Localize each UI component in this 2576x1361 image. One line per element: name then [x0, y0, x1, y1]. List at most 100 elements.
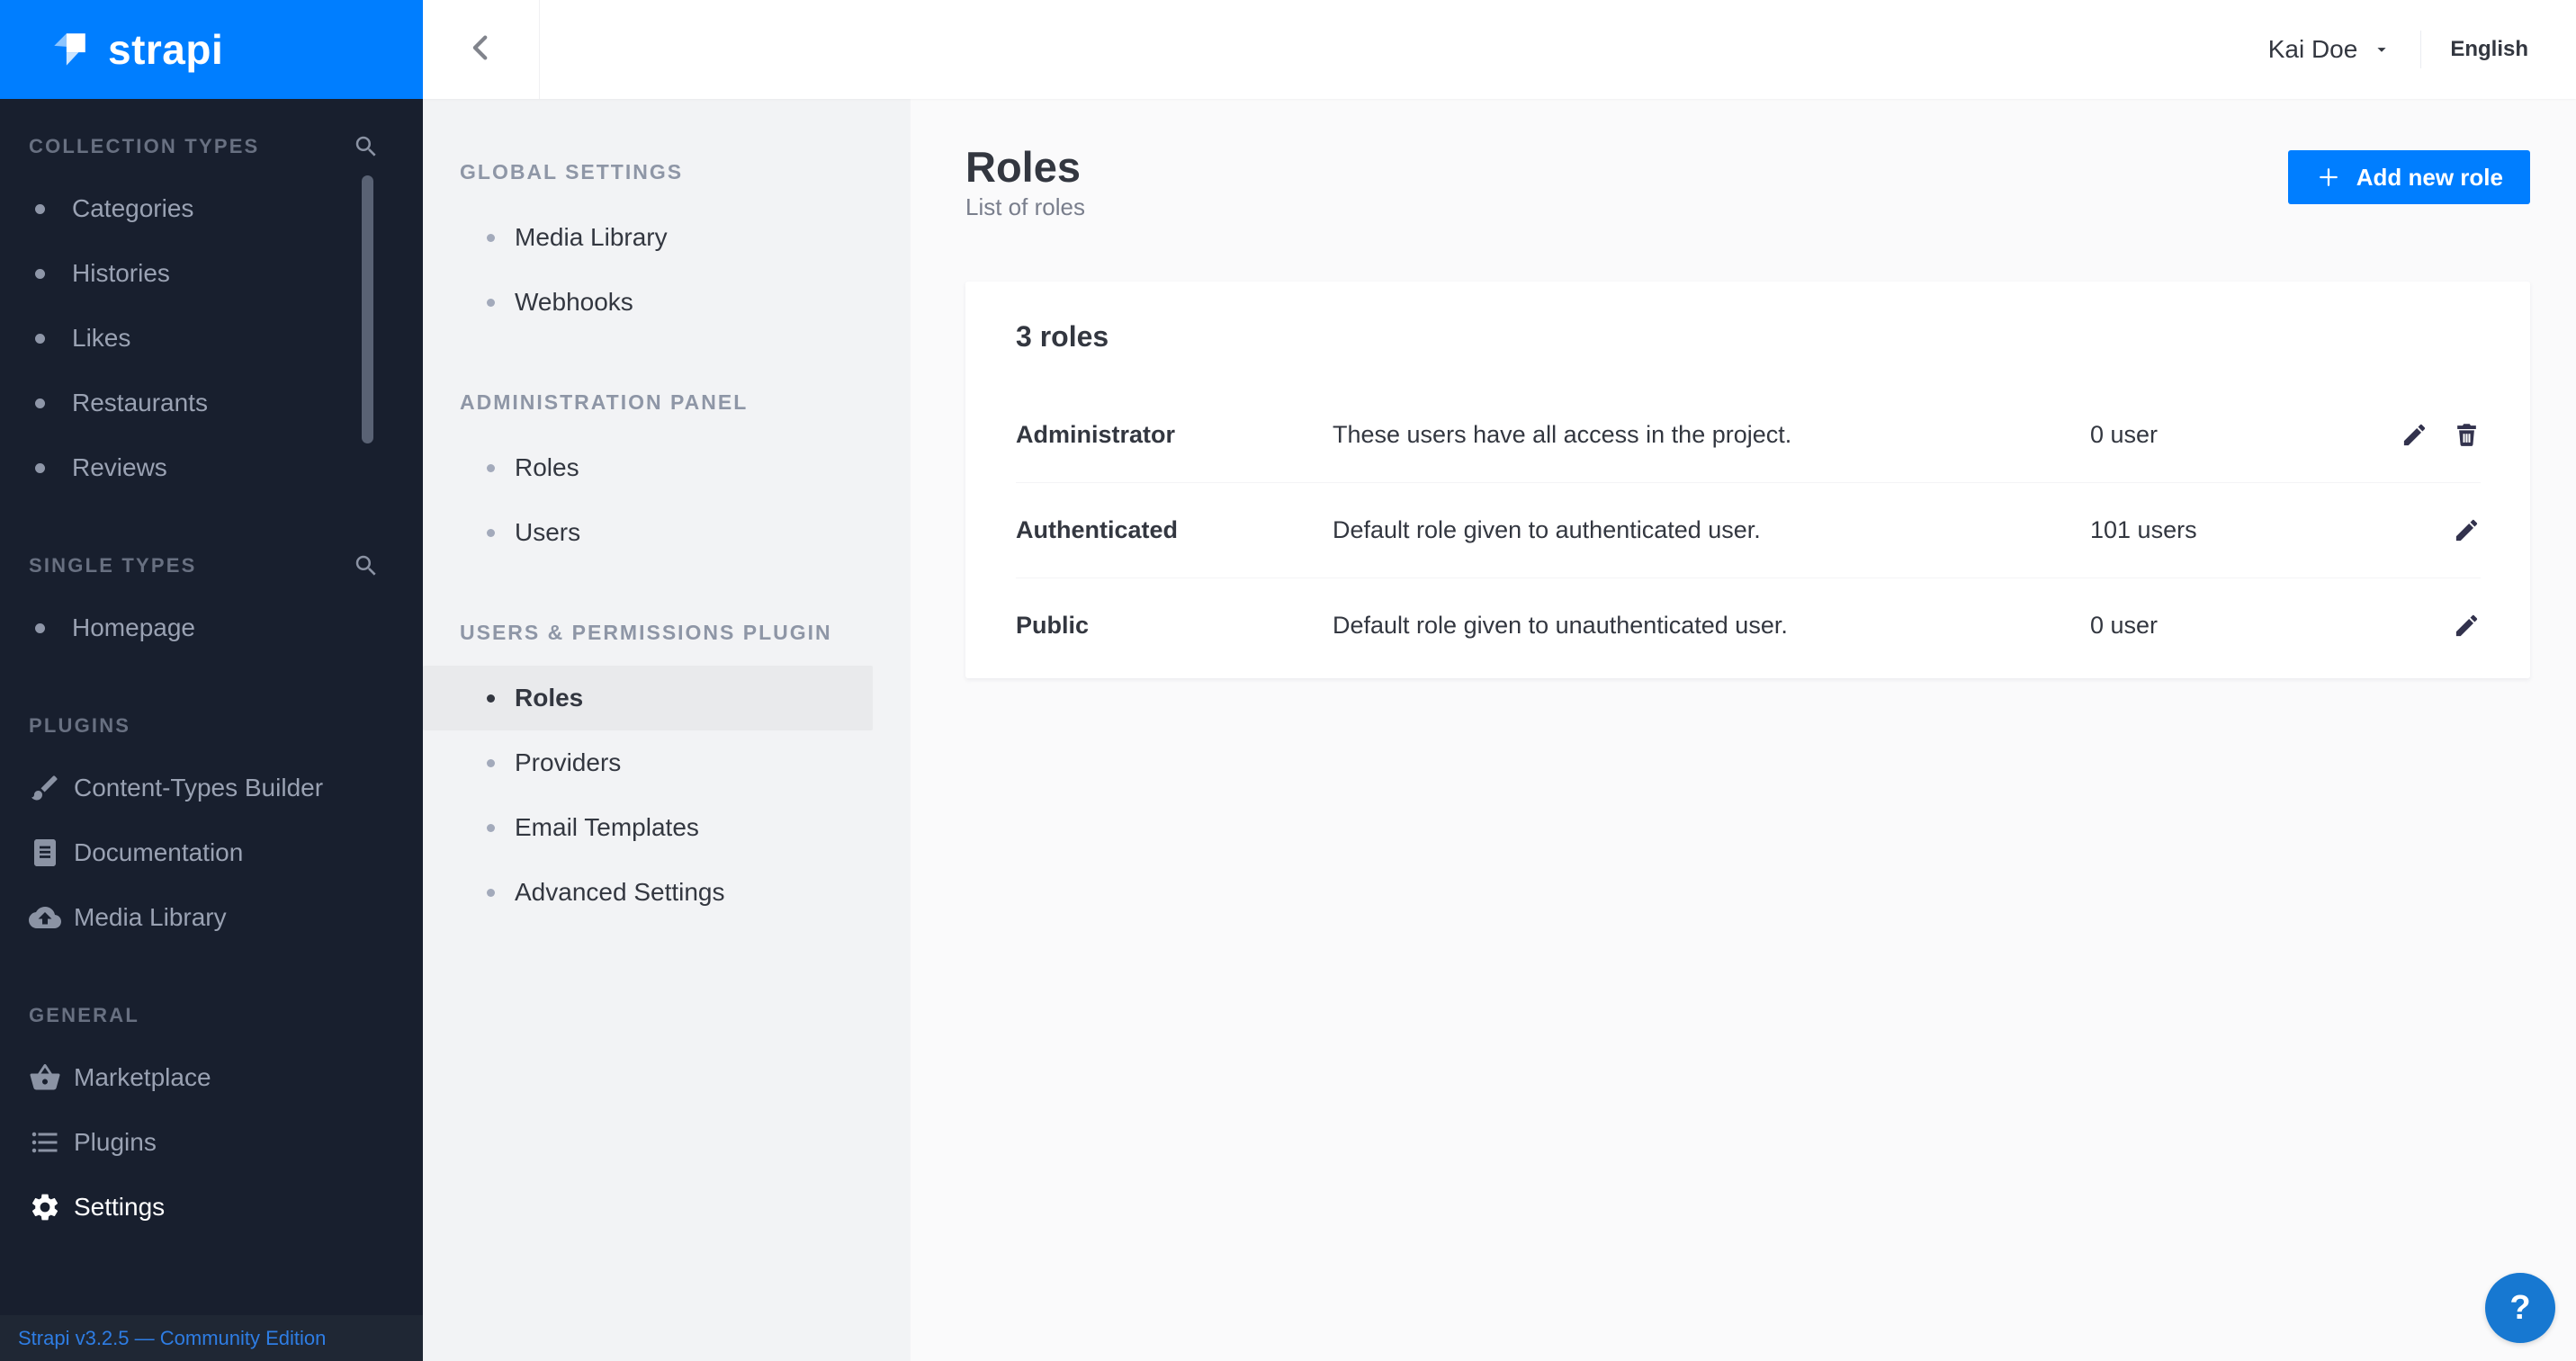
edit-role-button[interactable]	[2401, 421, 2428, 449]
sidebar-item-label: Content-Types Builder	[74, 774, 323, 802]
settings-item-administration-panel-roles[interactable]: Roles	[423, 435, 873, 500]
settings-item-label: Users	[515, 518, 580, 547]
sidebar-item-homepage[interactable]: Homepage	[0, 595, 423, 660]
sidebar-item-marketplace[interactable]: Marketplace	[0, 1045, 423, 1110]
search-icon[interactable]	[353, 133, 380, 160]
add-new-role-label: Add new role	[2356, 164, 2503, 192]
settings-item-label: Providers	[515, 748, 621, 777]
role-actions	[2453, 516, 2481, 544]
edit-role-button[interactable]	[2453, 516, 2481, 544]
language-button[interactable]: English	[2450, 37, 2528, 62]
role-user-count: 0 user	[2090, 421, 2401, 449]
topbar-right: Kai Doe English	[2268, 31, 2576, 68]
sidebar-item-media-library[interactable]: Media Library	[0, 885, 423, 950]
edit-role-button[interactable]	[2453, 612, 2481, 640]
user-menu[interactable]: Kai Doe	[2268, 35, 2392, 64]
settings-item-global-settings-webhooks[interactable]: Webhooks	[423, 270, 873, 335]
sidebar-item-label: Reviews	[72, 453, 167, 482]
sidebar-section-header: SINGLE TYPES	[0, 552, 423, 579]
bullet-icon	[487, 759, 495, 767]
sidebar-item-likes[interactable]: Likes	[0, 306, 423, 371]
role-description: These users have all access in the proje…	[1333, 421, 2090, 449]
sidebar-footer: Strapi v3.2.5 — Community Edition	[0, 1315, 423, 1361]
sidebar-section-single-types: SINGLE TYPES Homepage	[0, 552, 423, 660]
settings-item-label: Roles	[515, 453, 579, 482]
roles-table: AdministratorThese users have all access…	[1016, 387, 2481, 673]
bullet-icon	[487, 694, 495, 703]
bullet-icon	[35, 398, 45, 408]
role-row-administrator[interactable]: AdministratorThese users have all access…	[1016, 387, 2481, 482]
main-sidebar: strapi COLLECTION TYPES Categories Histori…	[0, 0, 423, 1361]
settings-item-users-permissions-plugin-providers[interactable]: Providers	[423, 730, 873, 795]
caret-down-icon	[2372, 40, 2392, 59]
sidebar-item-label: Likes	[72, 324, 130, 353]
bullet-icon	[487, 889, 495, 897]
role-user-count: 101 users	[2090, 516, 2453, 544]
sidebar-item-settings[interactable]: Settings	[0, 1175, 423, 1240]
sidebar-item-label: Settings	[74, 1193, 165, 1222]
strapi-admin-app: strapi COLLECTION TYPES Categories Histori…	[0, 0, 2576, 1361]
settings-item-global-settings-media-library[interactable]: Media Library	[423, 205, 873, 270]
settings-item-label: Roles	[515, 684, 583, 712]
sidebar-section-header: PLUGINS	[0, 712, 423, 739]
sidebar-item-label: Marketplace	[74, 1063, 211, 1092]
roles-count: 3 roles	[1016, 319, 2481, 354]
bullet-icon	[35, 204, 45, 214]
role-user-count: 0 user	[2090, 612, 2453, 640]
settings-item-administration-panel-users[interactable]: Users	[423, 500, 873, 565]
role-name: Authenticated	[1016, 516, 1333, 544]
page-title: Roles	[965, 142, 1085, 193]
role-name: Public	[1016, 612, 1333, 640]
pencil-icon	[2401, 421, 2428, 449]
collection-types-scrollbar[interactable]	[362, 175, 373, 443]
settings-item-users-permissions-plugin-email-templates[interactable]: Email Templates	[423, 795, 873, 860]
sidebar-item-categories[interactable]: Categories	[0, 176, 423, 241]
sidebar-item-histories[interactable]: Histories	[0, 241, 423, 306]
delete-role-button[interactable]	[2453, 421, 2481, 449]
settings-sidebar: GLOBAL SETTINGSMedia LibraryWebhooksADMI…	[423, 99, 911, 1361]
settings-item-label: Email Templates	[515, 813, 699, 842]
role-row-public[interactable]: PublicDefault role given to unauthentica…	[1016, 578, 2481, 673]
sidebar-item-restaurants[interactable]: Restaurants	[0, 371, 423, 435]
user-name: Kai Doe	[2268, 35, 2358, 64]
gear-icon	[29, 1191, 61, 1223]
list-icon	[29, 1126, 61, 1159]
logo-wordmark: strapi	[108, 25, 223, 74]
sidebar-item-reviews[interactable]: Reviews	[0, 435, 423, 500]
basket-icon	[29, 1061, 61, 1094]
role-description: Default role given to unauthenticated us…	[1333, 612, 2090, 640]
sidebar-section-header: COLLECTION TYPES	[0, 133, 423, 160]
sidebar-item-label: Documentation	[74, 838, 243, 867]
roles-card: 3 roles AdministratorThese users have al…	[965, 282, 2530, 678]
sidebar-section-label: SINGLE TYPES	[29, 554, 197, 578]
strapi-version-link[interactable]: Strapi v3.2.5 — Community Edition	[18, 1327, 326, 1350]
sidebar-section-label: COLLECTION TYPES	[29, 135, 259, 158]
pencil-icon	[2453, 612, 2481, 640]
sidebar-item-documentation[interactable]: Documentation	[0, 820, 423, 885]
sidebar-item-label: Homepage	[72, 613, 195, 642]
bullet-icon	[35, 463, 45, 473]
trash-icon	[2453, 421, 2481, 449]
settings-item-users-permissions-plugin-advanced-settings[interactable]: Advanced Settings	[423, 860, 873, 925]
sidebar-section-label: PLUGINS	[29, 714, 130, 738]
role-row-authenticated[interactable]: AuthenticatedDefault role given to authe…	[1016, 482, 2481, 578]
settings-item-users-permissions-plugin-roles[interactable]: Roles	[423, 666, 873, 730]
sidebar-item-plugins[interactable]: Plugins	[0, 1110, 423, 1175]
sidebar-section-label: GENERAL	[29, 1004, 139, 1027]
help-button[interactable]: ?	[2485, 1273, 2555, 1343]
settings-item-label: Media Library	[515, 223, 668, 252]
plus-icon	[2315, 164, 2342, 191]
sidebar-item-label: Histories	[72, 259, 170, 288]
strapi-logo[interactable]: strapi	[0, 0, 423, 99]
search-icon[interactable]	[353, 552, 380, 579]
page-header: Roles List of roles Add new role	[965, 142, 2530, 221]
role-name: Administrator	[1016, 421, 1333, 449]
sidebar-item-content-types-builder[interactable]: Content-Types Builder	[0, 756, 423, 820]
collapse-sidebar-button[interactable]	[423, 0, 540, 99]
settings-section-label: ADMINISTRATION PANEL	[423, 389, 911, 416]
add-new-role-button[interactable]: Add new role	[2288, 150, 2530, 204]
chevron-left-icon	[466, 32, 497, 67]
main-sidebar-nav: COLLECTION TYPES Categories Histories Likes…	[0, 99, 423, 1315]
settings-item-label: Webhooks	[515, 288, 633, 317]
bullet-icon	[487, 299, 495, 307]
